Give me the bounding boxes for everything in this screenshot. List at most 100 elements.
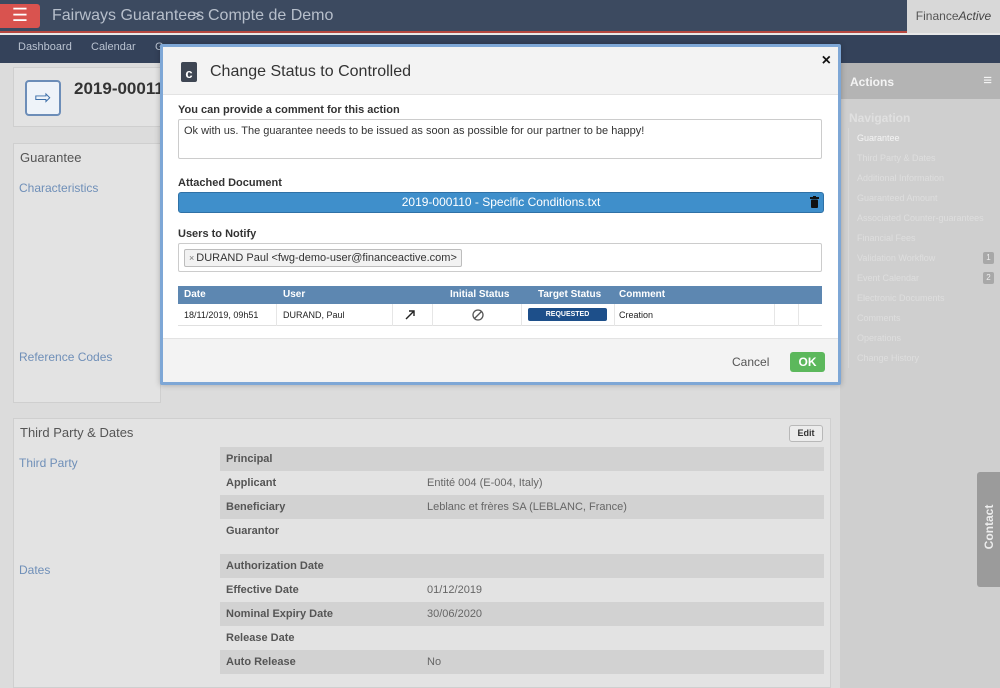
field-row: Guarantor [220, 519, 824, 543]
trash-icon[interactable] [810, 196, 819, 208]
attached-document[interactable]: 2019-000110 - Specific Conditions.txt [178, 192, 824, 213]
column-divider [521, 304, 522, 326]
section-third-party-dates: Third Party & Dates [20, 425, 134, 440]
page-title: 2019-00011 [74, 79, 164, 98]
column-divider [774, 304, 775, 326]
sidebar-item-label: Third Party & Dates [857, 153, 936, 163]
column-divider [798, 304, 799, 326]
field-row: Applicant Entité 004 (E-004, Italy) [220, 471, 824, 495]
field-value: No [427, 656, 442, 668]
cancel-button[interactable]: Cancel [732, 355, 769, 369]
remove-tag-icon[interactable]: × [189, 253, 194, 263]
sidebar-item-counter-guarantees[interactable]: Associated Counter-guarantees [849, 208, 998, 228]
reference-codes-label: Reference Codes [19, 350, 113, 364]
status-history-table: Date User Initial Status Target Status C… [178, 286, 822, 326]
field-label: Principal [226, 453, 273, 465]
status-none-icon [472, 309, 484, 321]
navigation-list: Guarantee Third Party & Dates Additional… [848, 128, 998, 368]
sidebar-item-additional-information[interactable]: Additional Information [849, 168, 998, 188]
ok-button[interactable]: OK [790, 352, 825, 372]
top-bar: ☰ Fairways Guarantees > Compte de Demo F… [0, 0, 1000, 33]
list-menu-icon[interactable]: ≡ [983, 72, 992, 89]
sidebar-item-label: Guarantee [857, 133, 900, 143]
app-logo-icon: c [181, 62, 197, 82]
contact-tab[interactable]: Contact [977, 472, 1000, 587]
field-row: Nominal Expiry Date 30/06/2020 [220, 602, 824, 626]
sidebar-item-label: Change History [857, 353, 920, 363]
comment-textarea[interactable]: Ok with us. The guarantee needs to be is… [178, 119, 822, 159]
sidebar-item-electronic-documents[interactable]: Electronic Documents [849, 288, 998, 308]
field-label: Guarantor [226, 525, 280, 537]
field-label: Nominal Expiry Date [226, 608, 333, 620]
sidebar-item-label: Guaranteed Amount [857, 193, 938, 203]
characteristics-label: Characteristics [19, 181, 99, 195]
sidebar-item-label: Associated Counter-guarantees [857, 213, 984, 223]
column-header-target-status: Target Status [538, 289, 602, 300]
history-user: DURAND, Paul [283, 310, 345, 320]
field-label: Auto Release [226, 656, 296, 668]
column-divider [432, 304, 433, 326]
sidebar-item-label: Additional Information [857, 173, 945, 183]
sidebar-item-event-calendar[interactable]: Event Calendar 2 [849, 268, 998, 288]
actions-bar[interactable]: Actions ≡ [840, 63, 1000, 99]
sidebar-item-guarantee[interactable]: Guarantee [849, 128, 998, 148]
field-row: Release Date [220, 626, 824, 650]
users-to-notify-input[interactable]: × DURAND Paul <fwg-demo-user@financeactiv… [178, 243, 822, 272]
field-value: Leblanc et frères SA (LEBLANC, France) [427, 501, 627, 513]
sidebar-item-validation-workflow[interactable]: Validation Workflow 1 [849, 248, 998, 268]
status-badge: REQUESTED [528, 308, 607, 321]
brand-logo: FinanceActive [907, 0, 1000, 33]
column-divider [392, 304, 393, 326]
table-header: Date User Initial Status Target Status C… [178, 286, 822, 304]
app-name[interactable]: Fairways Guarantees [52, 7, 204, 25]
column-divider [276, 304, 277, 326]
sidebar-item-third-party-dates[interactable]: Third Party & Dates [849, 148, 998, 168]
hamburger-icon[interactable]: ☰ [0, 4, 40, 28]
nav-dashboard[interactable]: Dashboard [18, 41, 72, 53]
attached-file-name: 2019-000110 - Specific Conditions.txt [401, 195, 601, 209]
sidebar-item-label: Event Calendar [857, 273, 920, 283]
users-to-notify-label: Users to Notify [178, 228, 257, 240]
nav-calendar[interactable]: Calendar [91, 41, 136, 53]
user-tag-label: DURAND Paul <fwg-demo-user@financeactive… [196, 252, 457, 264]
dates-label: Dates [19, 563, 51, 577]
comment-label: You can provide a comment for this actio… [178, 104, 400, 116]
sidebar-item-financial-fees[interactable]: Financial Fees [849, 228, 998, 248]
breadcrumb-separator: > [192, 7, 201, 24]
third-party-label: Third Party [19, 456, 78, 470]
sidebar-item-label: Comments [857, 313, 901, 323]
document-export-icon: ⇨ [25, 80, 61, 116]
sidebar-item-operations[interactable]: Operations [849, 328, 998, 348]
sidebar-item-label: Financial Fees [857, 233, 916, 243]
sidebar-item-label: Operations [857, 333, 902, 343]
field-label: Applicant [226, 477, 277, 489]
column-header-user: User [283, 289, 306, 300]
sidebar-item-comments[interactable]: Comments [849, 308, 998, 328]
modal-header: c Change Status to Controlled × [163, 47, 838, 95]
breadcrumb-page[interactable]: Compte de Demo [208, 7, 333, 25]
edit-button[interactable]: Edit [789, 425, 823, 442]
history-comment: Creation [619, 310, 654, 320]
field-row: Principal [220, 447, 824, 471]
actions-label: Actions [850, 75, 895, 89]
field-label: Effective Date [226, 584, 299, 596]
right-sidebar: Actions ≡ Navigation Guarantee Third Par… [840, 63, 1000, 688]
field-row: Authorization Date [220, 554, 824, 578]
sidebar-item-change-history[interactable]: Change History [849, 348, 998, 368]
user-tag: × DURAND Paul <fwg-demo-user@financeactiv… [184, 249, 462, 267]
modal-title: Change Status to Controlled [210, 63, 412, 80]
sidebar-item-guaranteed-amount[interactable]: Guaranteed Amount [849, 188, 998, 208]
contact-label: Contact [982, 504, 996, 550]
brand-text: Finance [915, 9, 959, 23]
field-row: Beneficiary Leblanc et frères SA (LEBLANC… [220, 495, 824, 519]
close-icon[interactable]: × [822, 52, 831, 70]
attached-document-label: Attached Document [178, 177, 282, 189]
table-row: 18/11/2019, 09h51 DURAND, Paul REQUESTED… [178, 304, 822, 326]
column-header-initial-status: Initial Status [450, 289, 510, 300]
field-row: Auto Release No [220, 650, 824, 674]
field-label: Authorization Date [226, 560, 324, 572]
history-date: 18/11/2019, 09h51 [184, 310, 259, 320]
column-header-comment: Comment [619, 289, 666, 300]
count-badge: 2 [983, 272, 994, 284]
sidebar-item-label: Validation Workflow [857, 253, 936, 263]
